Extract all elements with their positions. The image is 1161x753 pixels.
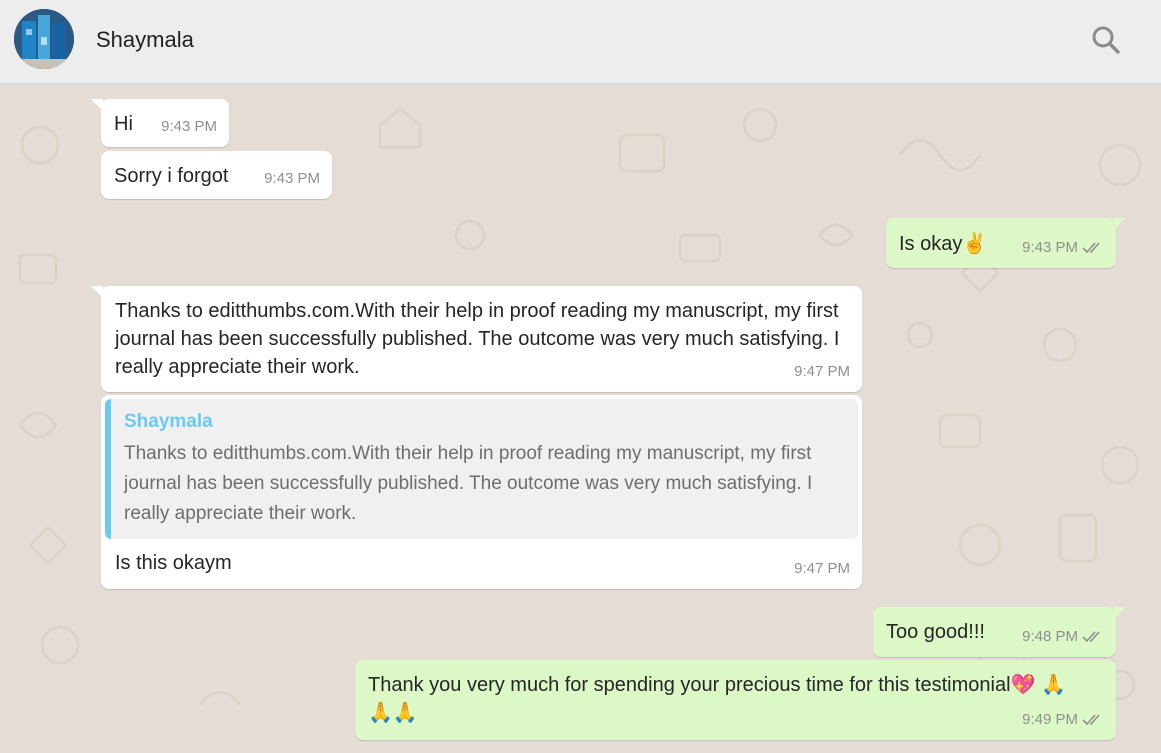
message-text: Is this okaym	[115, 552, 232, 574]
message-bubble-reply[interactable]: Shaymala Thanks to editthumbs.com.With t…	[101, 395, 862, 589]
search-button[interactable]	[1090, 24, 1122, 56]
message-bubble-incoming[interactable]: Sorry i forgot 9:43 PM	[101, 151, 332, 199]
bubble-tail	[1114, 218, 1126, 230]
quoted-text: Thanks to editthumbs.com.With their help…	[124, 443, 813, 524]
double-check-icon	[1082, 241, 1104, 255]
message-timestamp: 9:43 PM	[264, 170, 320, 187]
search-icon	[1092, 26, 1120, 54]
message-list[interactable]: Hi 9:43 PM Sorry i forgot 9:43 PM Is oka…	[0, 85, 1161, 753]
message-timestamp: 9:47 PM	[794, 363, 850, 380]
message-bubble-incoming[interactable]: Thanks to editthumbs.com.With their help…	[91, 286, 862, 392]
quoted-message[interactable]: Shaymala Thanks to editthumbs.com.With t…	[105, 399, 858, 539]
contact-name[interactable]: Shaymala	[96, 27, 194, 53]
bubble-tail	[91, 286, 103, 298]
message-timestamp: 9:43 PM	[161, 118, 217, 135]
message-bubble-outgoing[interactable]: Thank you very much for spending your pr…	[355, 660, 1116, 740]
double-check-icon	[1082, 713, 1104, 727]
bubble-tail	[1114, 607, 1126, 619]
message-timestamp: 9:49 PM	[1022, 706, 1104, 734]
quoted-author: Shaymala	[124, 411, 213, 432]
double-check-icon	[1082, 630, 1104, 644]
message-text: Sorry i forgot	[114, 165, 229, 187]
bubble-tail	[91, 99, 103, 111]
message-text: Hi	[114, 113, 133, 135]
message-text: Is okay✌️	[899, 233, 988, 255]
message-text: Too good!!!	[886, 621, 985, 643]
message-timestamp: 9:48 PM	[1022, 623, 1104, 651]
message-bubble-incoming[interactable]: Hi 9:43 PM	[91, 99, 229, 147]
message-bubble-outgoing[interactable]: Is okay✌️ 9:43 PM	[886, 218, 1126, 268]
message-timestamp: 9:43 PM	[1022, 234, 1104, 262]
message-bubble-outgoing[interactable]: Too good!!! 9:48 PM	[873, 607, 1126, 657]
message-timestamp: 9:47 PM	[794, 560, 850, 577]
chat-header: Shaymala	[0, 0, 1161, 84]
message-text: Thanks to editthumbs.com.With their help…	[115, 300, 840, 378]
profile-photo-icon	[14, 9, 74, 69]
contact-avatar[interactable]	[14, 9, 74, 69]
message-text: Thank you very much for spending your pr…	[368, 674, 1066, 724]
